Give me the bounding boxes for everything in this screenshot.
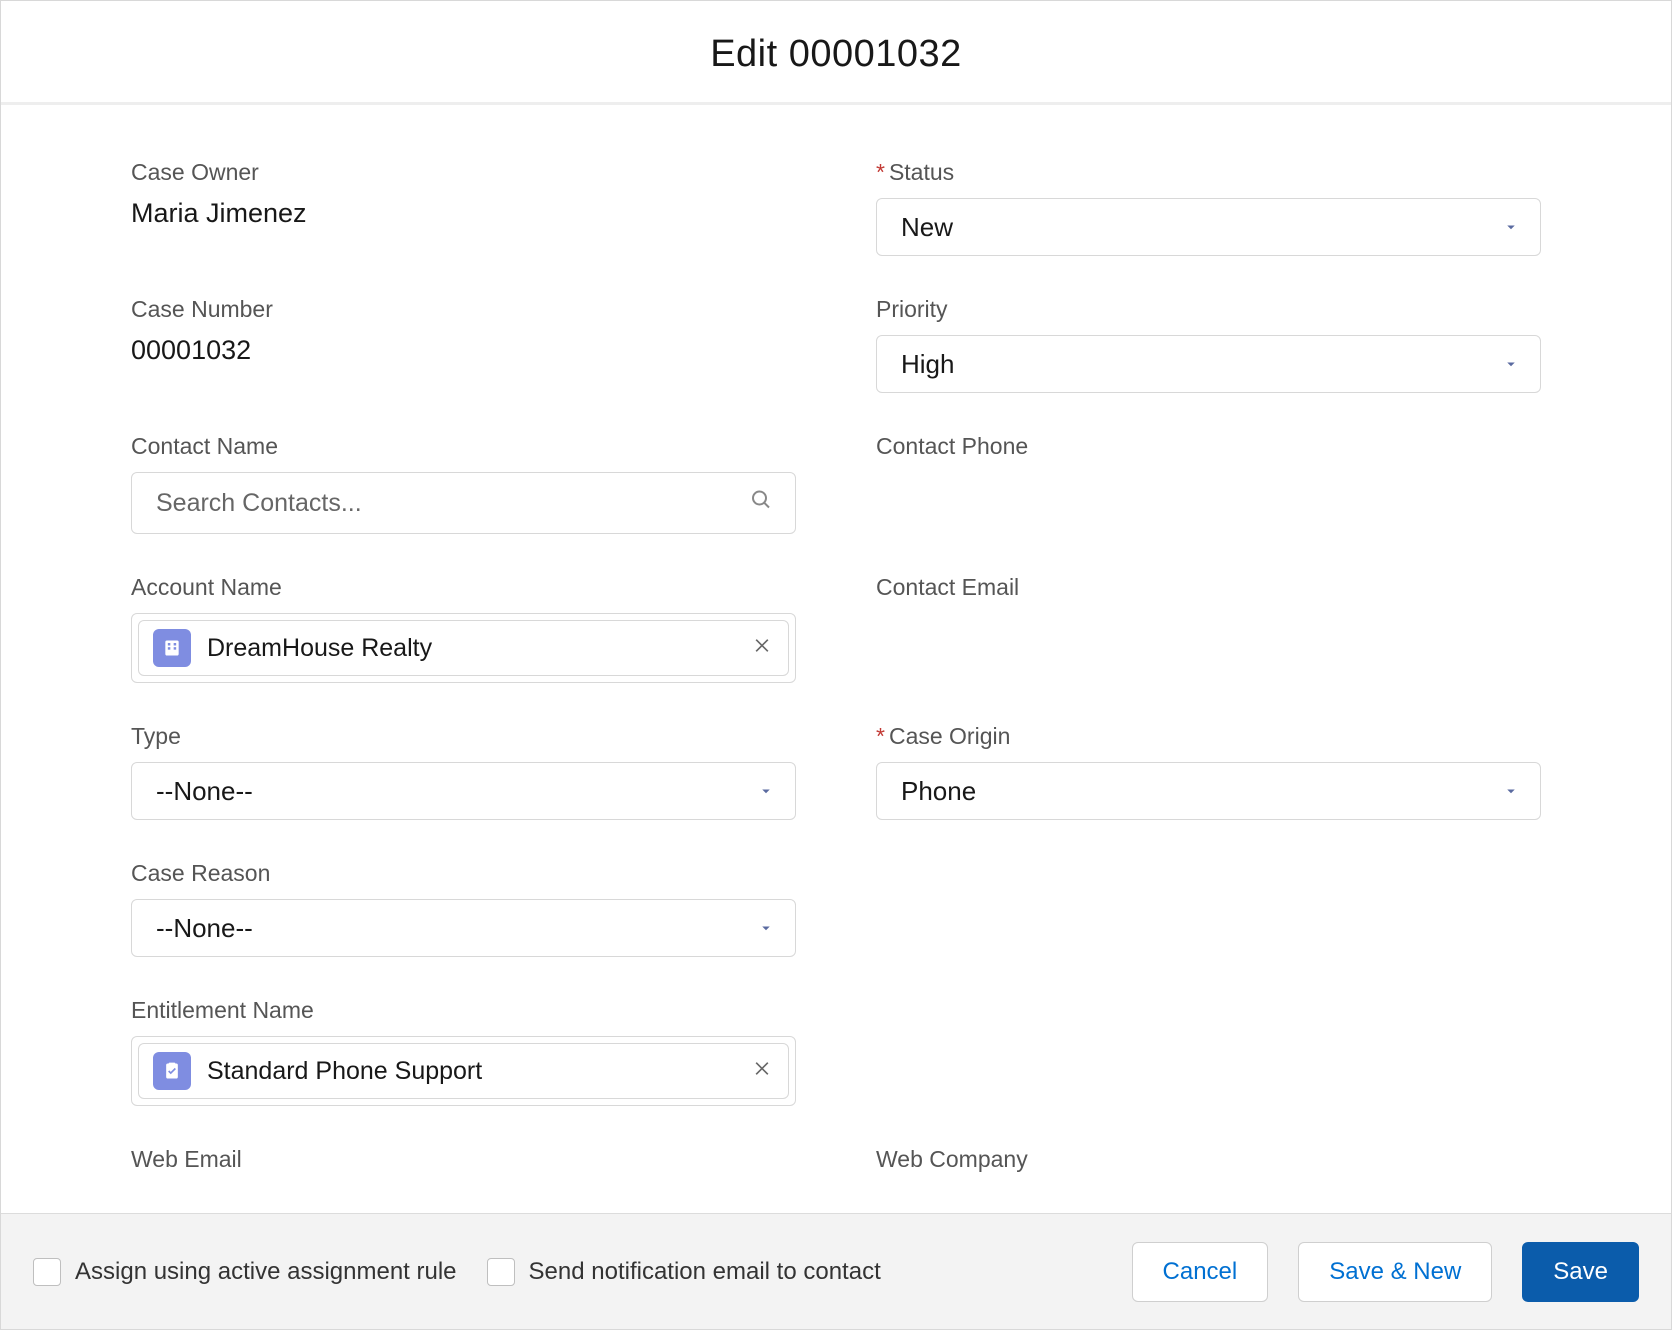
label-type: Type [131, 723, 796, 750]
pill-entitlement-label: Standard Phone Support [207, 1057, 482, 1086]
field-contact-email: Contact Email [876, 574, 1541, 683]
label-case-reason: Case Reason [131, 860, 796, 887]
pill-account: DreamHouse Realty [138, 620, 789, 676]
select-priority[interactable]: High [876, 335, 1541, 393]
required-star: * [876, 159, 885, 185]
label-case-origin: *Case Origin [876, 723, 1541, 750]
field-contact-phone: Contact Phone [876, 433, 1541, 534]
field-priority: Priority High [876, 296, 1541, 393]
label-contact-email: Contact Email [876, 574, 1541, 601]
remove-entitlement-icon[interactable] [752, 1059, 772, 1084]
label-case-number: Case Number [131, 296, 796, 323]
assign-rule-wrap[interactable]: Assign using active assignment rule [33, 1258, 457, 1286]
remove-account-icon[interactable] [752, 636, 772, 661]
account-icon [153, 629, 191, 667]
select-case-origin-value: Phone [901, 776, 976, 807]
modal-body: Case Owner Maria Jimenez *Status New Cas… [1, 105, 1671, 1213]
field-empty [876, 860, 1541, 957]
form-grid: Case Owner Maria Jimenez *Status New Cas… [131, 159, 1541, 1185]
value-case-number: 00001032 [131, 335, 796, 366]
caret-down-icon [1502, 782, 1520, 800]
required-star: * [876, 723, 885, 749]
field-contact-name: Contact Name Search Contacts... [131, 433, 796, 534]
search-icon [749, 488, 773, 519]
modal-title: Edit 00001032 [1, 33, 1671, 76]
label-entitlement-name: Entitlement Name [131, 997, 796, 1024]
select-case-reason[interactable]: --None-- [131, 899, 796, 957]
caret-down-icon [757, 919, 775, 937]
field-case-reason: Case Reason --None-- [131, 860, 796, 957]
save-and-new-button[interactable]: Save & New [1298, 1242, 1492, 1302]
field-empty [876, 997, 1541, 1106]
modal-footer: Assign using active assignment rule Send… [1, 1213, 1671, 1329]
select-case-reason-value: --None-- [156, 913, 253, 944]
label-contact-name: Contact Name [131, 433, 796, 460]
select-status[interactable]: New [876, 198, 1541, 256]
label-status: *Status [876, 159, 1541, 186]
field-entitlement-name: Entitlement Name Standard Phone Support [131, 997, 796, 1106]
caret-down-icon [757, 782, 775, 800]
label-web-email: Web Email [131, 1146, 796, 1173]
value-case-owner: Maria Jimenez [131, 198, 796, 229]
select-type[interactable]: --None-- [131, 762, 796, 820]
select-priority-value: High [901, 349, 954, 380]
edit-case-modal: Edit 00001032 Case Owner Maria Jimenez *… [1, 1, 1671, 1329]
field-status: *Status New [876, 159, 1541, 256]
lookup-contact-name[interactable]: Search Contacts... [131, 472, 796, 534]
field-case-owner: Case Owner Maria Jimenez [131, 159, 796, 256]
lookup-contact-placeholder: Search Contacts... [156, 489, 362, 518]
lookup-entitlement-name[interactable]: Standard Phone Support [131, 1036, 796, 1106]
field-web-email: Web Email [131, 1146, 796, 1185]
entitlement-icon [153, 1052, 191, 1090]
lookup-account-name[interactable]: DreamHouse Realty [131, 613, 796, 683]
label-priority: Priority [876, 296, 1541, 323]
select-type-value: --None-- [156, 776, 253, 807]
select-case-origin[interactable]: Phone [876, 762, 1541, 820]
select-status-value: New [901, 212, 953, 243]
field-case-number: Case Number 00001032 [131, 296, 796, 393]
label-web-company: Web Company [876, 1146, 1541, 1173]
modal-header: Edit 00001032 [1, 1, 1671, 105]
field-web-company: Web Company [876, 1146, 1541, 1185]
field-type: Type --None-- [131, 723, 796, 820]
cancel-button[interactable]: Cancel [1132, 1242, 1269, 1302]
label-case-owner: Case Owner [131, 159, 796, 186]
caret-down-icon [1502, 355, 1520, 373]
save-button[interactable]: Save [1522, 1242, 1639, 1302]
label-account-name: Account Name [131, 574, 796, 601]
caret-down-icon [1502, 218, 1520, 236]
send-email-wrap[interactable]: Send notification email to contact [487, 1258, 881, 1286]
pill-account-label: DreamHouse Realty [207, 634, 432, 663]
send-email-label: Send notification email to contact [529, 1258, 881, 1286]
label-contact-phone: Contact Phone [876, 433, 1541, 460]
field-case-origin: *Case Origin Phone [876, 723, 1541, 820]
send-email-checkbox[interactable] [487, 1258, 515, 1286]
pill-entitlement: Standard Phone Support [138, 1043, 789, 1099]
assign-rule-checkbox[interactable] [33, 1258, 61, 1286]
assign-rule-label: Assign using active assignment rule [75, 1258, 457, 1286]
field-account-name: Account Name DreamHouse Realty [131, 574, 796, 683]
